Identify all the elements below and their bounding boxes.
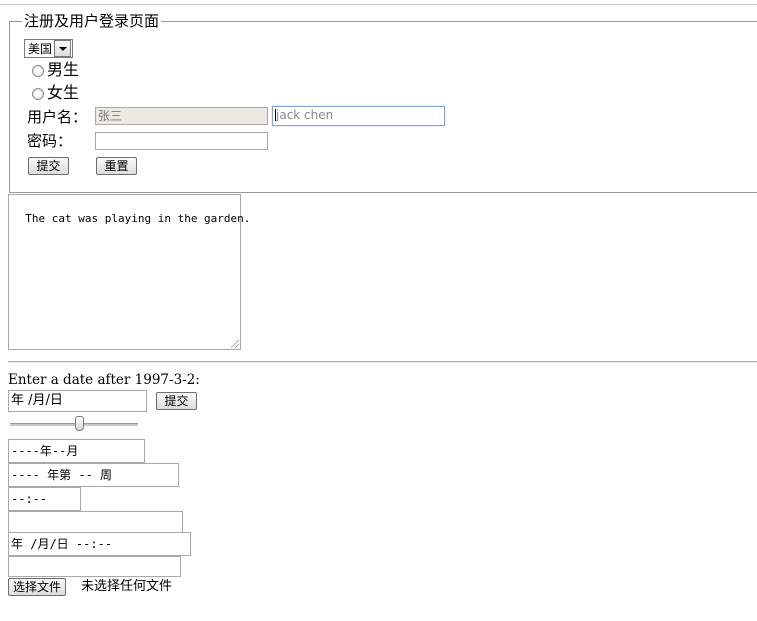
resize-grip-icon[interactable] bbox=[231, 340, 239, 348]
range-slider-thumb[interactable] bbox=[75, 416, 85, 431]
date-prompt: Enter a date after 1997-3-2: bbox=[8, 372, 200, 388]
username-input[interactable]: jack chen bbox=[272, 106, 445, 126]
range-track bbox=[10, 423, 138, 426]
radio-male[interactable] bbox=[32, 65, 44, 77]
choose-file-button[interactable]: 选择文件 bbox=[8, 578, 67, 596]
textarea-text: The cat was playing in the garden. bbox=[25, 212, 251, 225]
datetime-input[interactable]: 年 /月/日 --:-- bbox=[8, 532, 191, 556]
radio-male-label: 男生 bbox=[47, 60, 80, 79]
password-field[interactable] bbox=[95, 132, 268, 150]
username-label: 用户名： bbox=[27, 108, 88, 126]
username-input-text: jack chen bbox=[276, 108, 334, 122]
message-textarea[interactable]: The cat was playing in the garden. bbox=[8, 194, 250, 350]
date-submit-button[interactable]: 提交 bbox=[156, 392, 197, 410]
radio-female-label: 女生 bbox=[47, 83, 80, 102]
submit-button[interactable]: 提交 bbox=[28, 157, 69, 175]
time-input[interactable]: --:-- bbox=[8, 487, 81, 511]
date-input[interactable]: 年 /月/日 bbox=[8, 390, 147, 412]
month-input[interactable]: ----年--月 bbox=[8, 439, 145, 463]
top-divider bbox=[0, 4, 757, 5]
horizontal-rule bbox=[8, 361, 757, 363]
reset-button[interactable]: 重置 bbox=[96, 157, 137, 175]
text-input[interactable] bbox=[8, 511, 183, 533]
radio-female[interactable] bbox=[32, 88, 44, 100]
search-input[interactable] bbox=[8, 556, 181, 577]
week-input[interactable]: ---- 年第 -- 周 bbox=[8, 463, 179, 487]
fieldset-legend: 注册及用户登录页面 bbox=[22, 12, 162, 30]
country-select-value: 美国 bbox=[28, 42, 53, 56]
country-select[interactable]: 美国 bbox=[24, 39, 74, 58]
password-label: 密码： bbox=[27, 132, 73, 150]
file-status: 未选择任何文件 bbox=[81, 579, 173, 594]
chevron-down-icon[interactable] bbox=[54, 40, 72, 57]
username-readonly-field: 张三 bbox=[95, 107, 268, 125]
